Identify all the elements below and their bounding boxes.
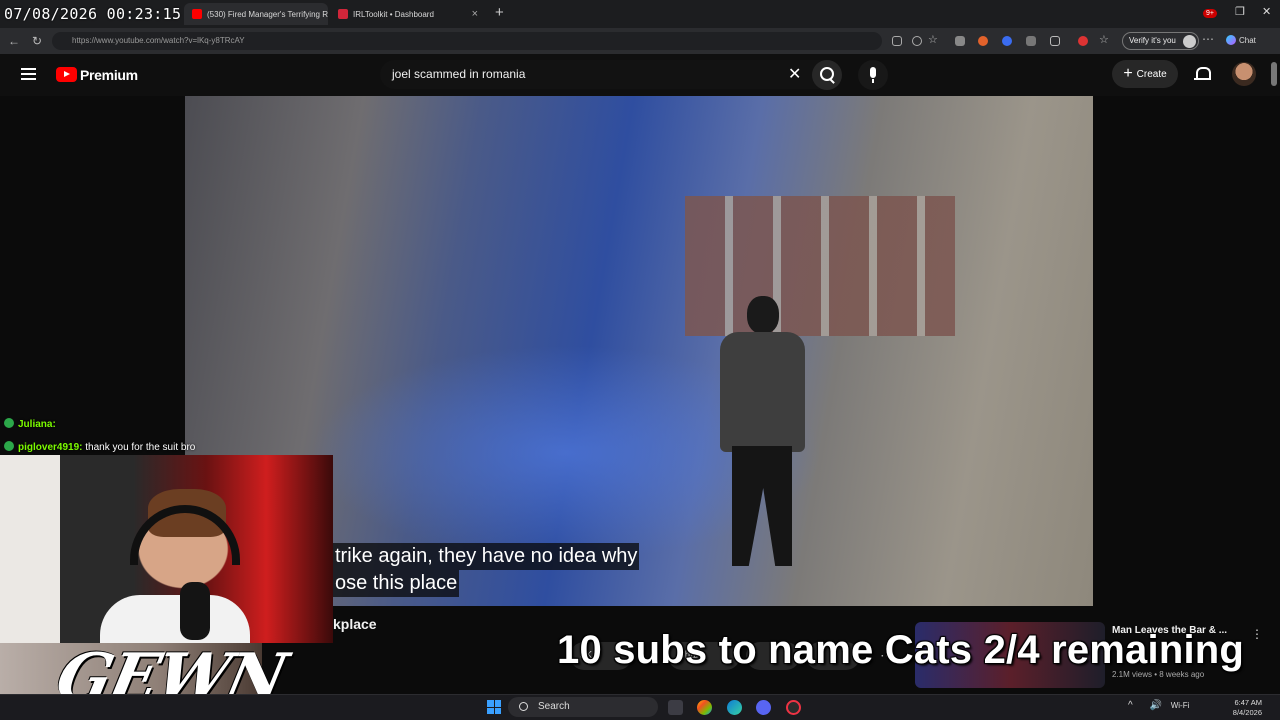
address-bar[interactable]: https://www.youtube.com/watch?v=lKq-y8TR… [52, 32, 882, 50]
clock-date: 8/4/2026 [1232, 708, 1262, 717]
obs-icon[interactable] [786, 700, 801, 715]
caption-line-1: trike again, they have no idea why [333, 543, 640, 570]
bookmark-star-icon[interactable]: ☆ [928, 33, 938, 46]
page-scrollbar[interactable] [1271, 62, 1277, 86]
youtube-favicon-icon [192, 9, 202, 19]
discord-icon[interactable] [756, 700, 771, 715]
video-scene-person [712, 296, 812, 576]
tab-label: (530) Fired Manager's Terrifying Re [207, 9, 328, 19]
irltoolkit-favicon-icon [338, 9, 348, 19]
tab-label: IRLToolkit • Dashboard [353, 9, 434, 19]
copilot-icon [1226, 35, 1236, 45]
volume-icon[interactable]: 🔊 [1149, 700, 1161, 711]
youtube-logo-icon[interactable] [56, 67, 77, 82]
wifi-icon[interactable]: Wi-Fi [1171, 701, 1190, 710]
close-window-button[interactable]: ✕ [1262, 5, 1271, 18]
chat-badge-icon [4, 441, 14, 451]
youtube-premium-brand[interactable]: Premium [80, 67, 138, 83]
create-label: Create [1136, 68, 1167, 80]
tab-irltoolkit[interactable]: IRLToolkit • Dashboard × [330, 3, 486, 25]
caption-line-2: ose this place [333, 570, 460, 597]
maximize-window-button[interactable]: ❐ [1235, 5, 1245, 18]
search-input[interactable]: joel scammed in romania [392, 67, 525, 81]
new-tab-button[interactable]: + [495, 4, 504, 21]
user-avatar[interactable] [1232, 62, 1256, 86]
tab-youtube-video[interactable]: (530) Fired Manager's Terrifying Re × [184, 3, 328, 25]
plus-icon: + [1123, 65, 1133, 82]
extension-red-icon[interactable] [1078, 36, 1088, 46]
reload-icon[interactable]: ↻ [32, 34, 42, 48]
browser-toolbar: ← ↻ https://www.youtube.com/watch?v=lKq-… [0, 28, 1280, 54]
verify-label: Verify it's you [1129, 36, 1176, 45]
copilot-taskbar-icon[interactable] [697, 700, 712, 715]
system-tray[interactable]: ^ 🔊 Wi-Fi [1128, 700, 1189, 711]
back-arrow-icon[interactable]: ← [8, 34, 20, 48]
install-app-icon[interactable] [892, 36, 902, 46]
recommended-video-menu-icon[interactable]: ⋮ [1251, 627, 1263, 641]
tab-close-icon[interactable]: × [466, 8, 478, 20]
task-view-icon[interactable] [668, 700, 683, 715]
notifications-bell-icon[interactable] [1194, 66, 1211, 82]
extension-orange-icon[interactable] [978, 36, 988, 46]
extension-gray-icon[interactable] [1026, 36, 1036, 46]
chat-text: thank you for the suit bro [85, 442, 196, 453]
notification-count-badge: 9+ [1203, 9, 1217, 18]
extensions-puzzle-icon[interactable] [1050, 36, 1060, 46]
stream-timestamp: 07/08/2026 00:23:15 [4, 5, 182, 23]
video-title: kplace [333, 616, 377, 632]
chat-username: piglover4919: [18, 442, 83, 453]
taskbar-search[interactable]: Search [508, 697, 658, 717]
microphone-icon[interactable] [858, 60, 888, 90]
chat-message: Juliana: [4, 418, 56, 430]
webcam-streamer-shirt [100, 595, 250, 643]
zoom-icon[interactable] [912, 36, 922, 46]
create-button[interactable]: + Create [1112, 60, 1178, 88]
more-menu-icon[interactable]: ⋯ [1202, 32, 1214, 46]
verify-profile-button[interactable]: Verify it's you [1122, 32, 1199, 50]
profile-avatar-icon [1182, 35, 1196, 48]
search-icon[interactable] [812, 60, 842, 90]
chat-message: piglover4919: thank you for the suit bro [4, 441, 195, 453]
tray-overflow-icon[interactable]: ^ [1128, 700, 1133, 711]
browser-tab-strip: (530) Fired Manager's Terrifying Re × IR… [0, 0, 1280, 28]
clock-time: 6:47 AM [1234, 698, 1262, 707]
hamburger-menu-icon[interactable] [21, 68, 36, 80]
chat-badge-icon [4, 418, 14, 428]
chat-label: Chat [1239, 36, 1256, 45]
webcam-microphone [180, 582, 210, 640]
edge-browser-icon[interactable] [727, 700, 742, 715]
clear-search-icon[interactable]: ✕ [788, 64, 801, 84]
video-captions: trike again, they have no idea why ose t… [333, 543, 640, 597]
taskbar-clock[interactable]: 6:47 AM 8/4/2026 [1222, 698, 1262, 718]
stream-goal-banner: 10 subs to name Cats 2/4 remaining [557, 628, 1245, 672]
youtube-header: Premium joel scammed in romania ✕ + Crea… [0, 54, 1280, 96]
extension-blue-icon[interactable] [1002, 36, 1012, 46]
favorites-icon[interactable]: ☆ [1099, 33, 1109, 46]
copilot-chat-button[interactable]: Chat [1226, 35, 1256, 45]
shield-extension-icon[interactable] [955, 36, 965, 46]
windows-start-icon[interactable] [487, 700, 501, 714]
chat-username: Juliana: [18, 419, 56, 430]
